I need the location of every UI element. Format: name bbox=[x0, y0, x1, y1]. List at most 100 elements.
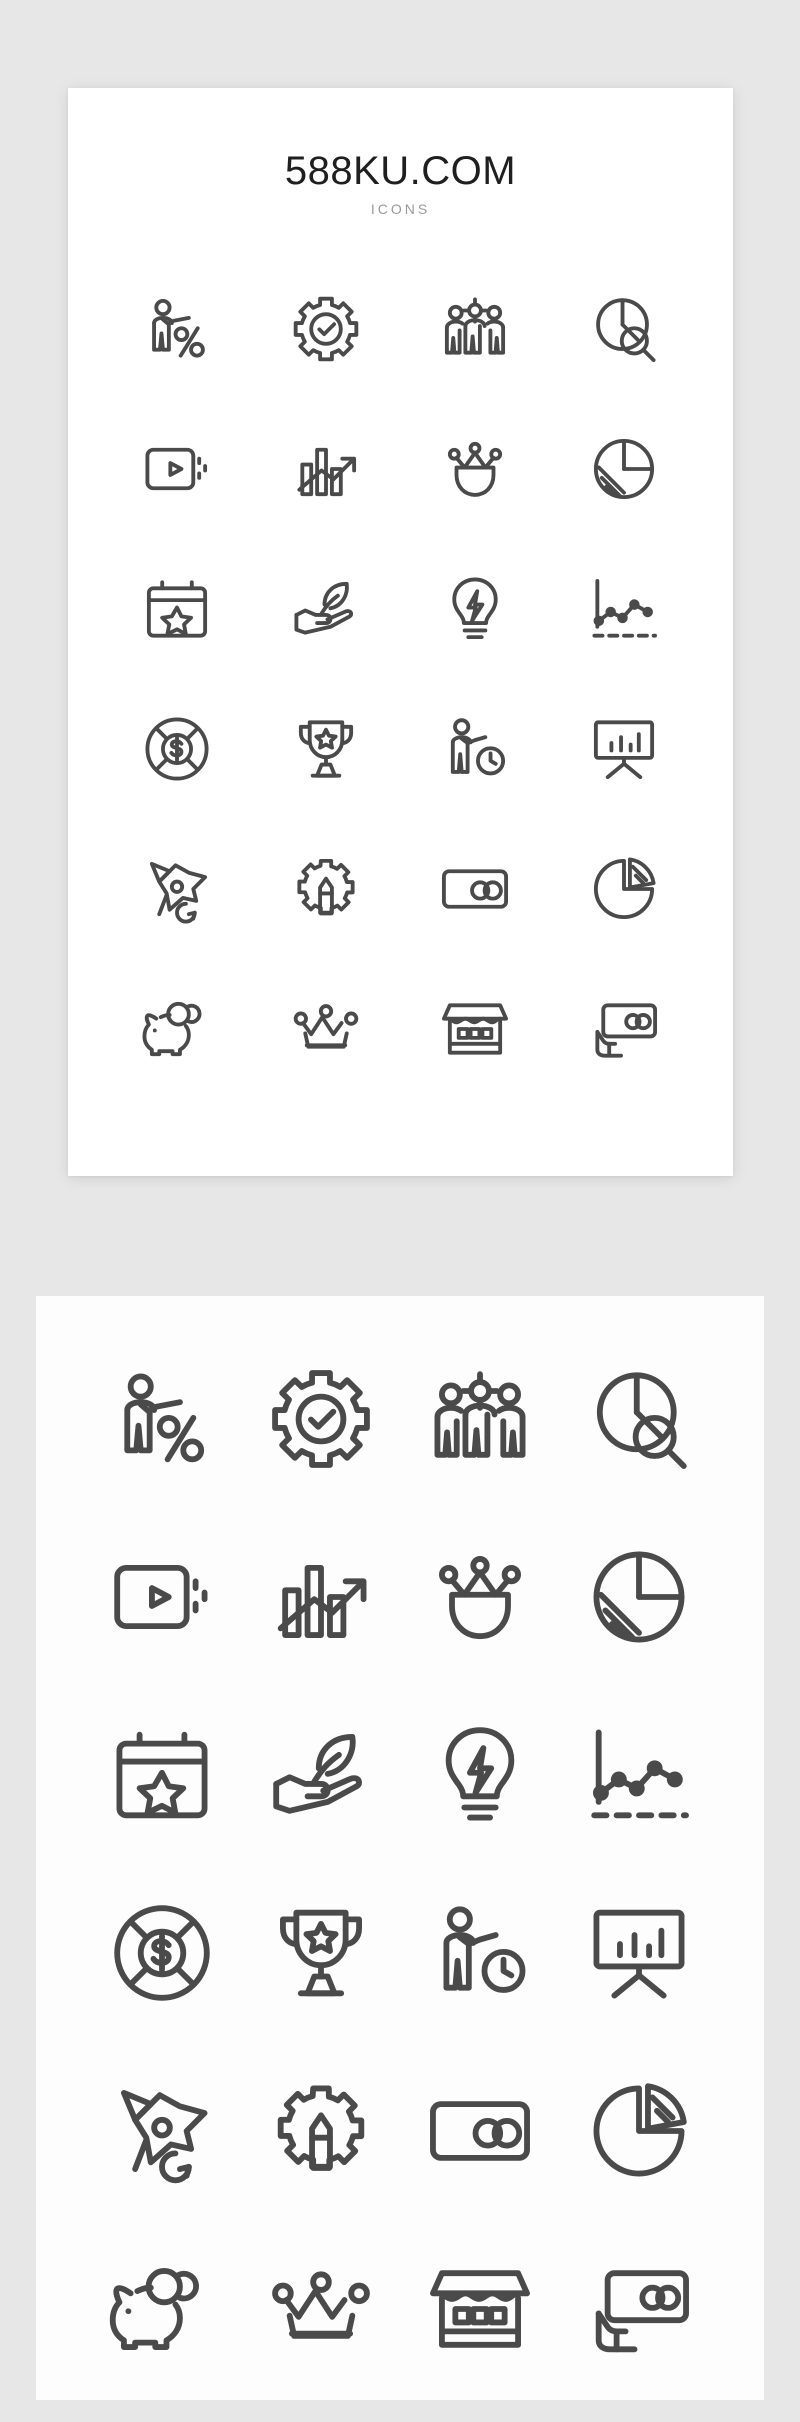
piggy-bank-coin-icon bbox=[142, 1001, 202, 1057]
lightbulb-bolt-icon bbox=[445, 1727, 514, 1821]
pie-chart-striped-icon bbox=[593, 1551, 684, 1643]
poster-header: 588KU.COM ICONS bbox=[68, 88, 733, 217]
icon-cell-storefront[interactable] bbox=[401, 959, 550, 1099]
line-chart-dashed-axis-icon bbox=[590, 1729, 689, 1819]
large-icon-cell-pie-search[interactable] bbox=[559, 1330, 718, 1508]
pie-chart-quarter-slice-icon bbox=[593, 2083, 687, 2177]
video-play-screen-icon bbox=[113, 1564, 207, 1630]
bar-chart-growth-arrow-icon bbox=[297, 447, 356, 497]
large-icon-cell-crown-cup[interactable] bbox=[400, 1508, 559, 1686]
large-icon-cell-gear-check[interactable] bbox=[241, 1330, 400, 1508]
page-subtitle: ICONS bbox=[370, 201, 431, 217]
icon-cell-crown[interactable] bbox=[251, 959, 400, 1099]
icon-cell-crown-cup[interactable] bbox=[401, 399, 550, 539]
large-icon-cell-hand-card-coins[interactable] bbox=[559, 2220, 718, 2398]
crown-icon bbox=[271, 2271, 370, 2339]
large-icon-cell-video-play[interactable] bbox=[82, 1508, 241, 1686]
large-icon-cell-dollar-lifebuoy[interactable] bbox=[82, 1864, 241, 2042]
gear-check-icon bbox=[293, 296, 359, 362]
icon-cell-presentation-bars[interactable] bbox=[550, 679, 699, 819]
icon-cell-person-percent[interactable] bbox=[102, 259, 251, 399]
large-icon-cell-person-percent[interactable] bbox=[82, 1330, 241, 1508]
large-icon-cell-bar-growth-arrow[interactable] bbox=[241, 1508, 400, 1686]
large-icon-cell-trophy-star[interactable] bbox=[241, 1864, 400, 2042]
hand-holding-leaf-icon bbox=[272, 1734, 362, 1814]
trophy-star-icon bbox=[279, 1909, 362, 1997]
large-icon-cell-presentation-bars[interactable] bbox=[559, 1864, 718, 2042]
large-icon-cell-bulb-bolt[interactable] bbox=[400, 1686, 559, 1864]
large-icon-cell-team-three[interactable] bbox=[400, 1330, 559, 1508]
trophy-star-icon bbox=[298, 720, 353, 778]
icon-showcase-page: 588KU.COM ICONS bbox=[0, 0, 800, 2422]
rocket-launch-icon bbox=[149, 861, 207, 924]
calendar-star-icon bbox=[116, 1731, 207, 1819]
large-icon-cell-person-clock[interactable] bbox=[400, 1864, 559, 2042]
gear-check-icon bbox=[271, 1370, 370, 1468]
large-icon-cell-line-chart-dashed[interactable] bbox=[559, 1686, 718, 1864]
bottom-background-band bbox=[0, 1272, 800, 2422]
crown-icon bbox=[293, 1004, 359, 1049]
page-title: 588KU.COM bbox=[284, 149, 517, 193]
large-icon-cell-rocket-launch[interactable] bbox=[82, 2042, 241, 2220]
icon-cell-pie-striped[interactable] bbox=[550, 399, 699, 539]
icon-cell-hand-leaf[interactable] bbox=[251, 539, 400, 679]
dollar-lifebuoy-icon bbox=[145, 717, 209, 781]
icon-cell-gear-pencil[interactable] bbox=[251, 819, 400, 959]
icon-cell-video-play[interactable] bbox=[102, 399, 251, 539]
crown-cup-icon bbox=[448, 441, 503, 497]
large-icon-cell-pie-quarter[interactable] bbox=[559, 2042, 718, 2220]
icon-cell-rocket-launch[interactable] bbox=[102, 819, 251, 959]
storefront-shop-icon bbox=[429, 2270, 530, 2348]
icon-cell-pie-search[interactable] bbox=[550, 259, 699, 399]
person-clock-icon bbox=[451, 718, 506, 776]
crown-cup-icon bbox=[438, 1556, 521, 1640]
pie-chart-quarter-slice-icon bbox=[594, 857, 656, 920]
hand-holding-leaf-icon bbox=[294, 581, 353, 635]
poster-icon-grid bbox=[68, 259, 733, 1099]
gear-pencil-icon bbox=[297, 858, 355, 916]
large-icon-cell-storefront[interactable] bbox=[400, 2220, 559, 2398]
icon-cell-line-chart-dashed[interactable] bbox=[550, 539, 699, 679]
large-icon-cell-calendar-star[interactable] bbox=[82, 1686, 241, 1864]
icon-cell-gear-check[interactable] bbox=[251, 259, 400, 399]
person-pointing-percent-icon bbox=[151, 298, 205, 358]
icon-cell-trophy-star[interactable] bbox=[251, 679, 400, 819]
icon-cell-piggy-bank[interactable] bbox=[102, 959, 251, 1099]
large-icon-grid bbox=[36, 1296, 764, 2398]
lightbulb-bolt-icon bbox=[452, 577, 498, 640]
icon-cell-calendar-star[interactable] bbox=[102, 539, 251, 679]
line-chart-dashed-axis-icon bbox=[592, 578, 658, 638]
large-icon-cell-hand-leaf[interactable] bbox=[241, 1686, 400, 1864]
large-icon-cell-crown[interactable] bbox=[241, 2220, 400, 2398]
icon-cell-dollar-lifebuoy[interactable] bbox=[102, 679, 251, 819]
team-three-people-icon bbox=[445, 297, 506, 355]
presentation-board-bars-icon bbox=[594, 720, 655, 780]
hand-card-coins-icon bbox=[595, 1003, 658, 1058]
large-icon-cell-piggy-bank[interactable] bbox=[82, 2220, 241, 2398]
large-icon-cell-card-coins[interactable] bbox=[400, 2042, 559, 2220]
calendar-star-icon bbox=[146, 580, 207, 638]
large-icon-cell-gear-pencil[interactable] bbox=[241, 2042, 400, 2220]
dollar-lifebuoy-icon bbox=[113, 1905, 210, 2001]
icon-cell-pie-quarter[interactable] bbox=[550, 819, 699, 959]
rocket-launch-icon bbox=[120, 2090, 207, 2184]
icon-cell-person-clock[interactable] bbox=[401, 679, 550, 819]
icon-cell-bar-growth-arrow[interactable] bbox=[251, 399, 400, 539]
icon-cell-bulb-bolt[interactable] bbox=[401, 539, 550, 679]
pie-chart-magnifier-icon bbox=[596, 1372, 687, 1469]
card-coins-icon bbox=[429, 2101, 530, 2161]
large-icon-cell-pie-striped[interactable] bbox=[559, 1508, 718, 1686]
icon-cell-team-three[interactable] bbox=[401, 259, 550, 399]
icon-cell-card-coins[interactable] bbox=[401, 819, 550, 959]
poster-card: 588KU.COM ICONS bbox=[68, 88, 733, 1176]
team-three-people-icon bbox=[434, 1371, 525, 1458]
icon-cell-hand-card-coins[interactable] bbox=[550, 959, 699, 1099]
hand-card-coins-icon bbox=[595, 2270, 689, 2353]
person-clock-icon bbox=[442, 1906, 525, 1993]
storefront-shop-icon bbox=[442, 1003, 509, 1055]
video-play-screen-icon bbox=[145, 447, 207, 491]
pie-chart-magnifier-icon bbox=[596, 298, 656, 363]
presentation-board-bars-icon bbox=[593, 1909, 684, 1999]
large-icon-sheet bbox=[36, 1296, 764, 2400]
person-pointing-percent-icon bbox=[123, 1373, 204, 1463]
